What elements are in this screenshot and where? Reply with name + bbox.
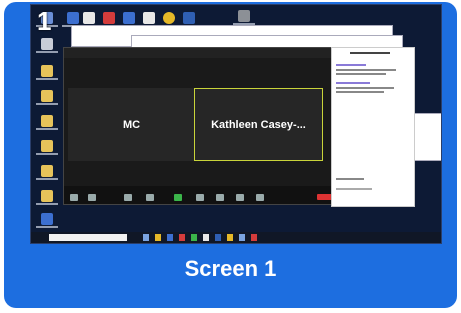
chat-icon — [196, 194, 204, 201]
desktop-icon — [36, 115, 58, 133]
participant-tile: MC — [68, 88, 195, 161]
desktop-icon — [36, 65, 58, 83]
taskbar-app-icon — [251, 234, 257, 241]
taskbar-app-icon — [167, 234, 173, 241]
meeting-toolbar — [64, 186, 339, 204]
desktop-icon — [36, 213, 58, 231]
share-screen-icon — [174, 194, 182, 201]
desktop-icon — [36, 38, 58, 56]
mute-icon — [70, 194, 78, 201]
screen-label: Screen 1 — [184, 256, 277, 281]
record-icon — [216, 194, 224, 201]
zoom-title-bar — [64, 48, 339, 58]
screen-thumbnail: MC Kathleen Casey-... — [30, 4, 442, 244]
background-window — [411, 113, 441, 161]
participants-icon — [146, 194, 154, 201]
security-icon — [124, 194, 132, 201]
taskbar-app-icon — [191, 234, 197, 241]
zoom-meeting-window: MC Kathleen Casey-... — [63, 47, 340, 205]
windows-taskbar — [31, 232, 441, 243]
participant-name: Kathleen Casey-... — [211, 118, 306, 131]
chat-panel — [331, 47, 415, 207]
more-icon — [256, 194, 264, 201]
desktop-icon — [36, 90, 58, 108]
desktop-icon — [36, 140, 58, 158]
participant-tile-active: Kathleen Casey-... — [194, 88, 323, 161]
desktop-icon — [36, 165, 58, 183]
taskbar-app-icon — [203, 234, 209, 241]
reactions-icon — [236, 194, 244, 201]
taskbar-search-box — [49, 234, 127, 241]
taskbar-app-icon — [179, 234, 185, 241]
participant-name: MC — [122, 118, 141, 131]
screen-share-option-card[interactable]: MC Kathleen Casey-... 1 Screen 1 — [4, 2, 457, 308]
screen-number: 1 — [37, 6, 52, 36]
taskbar-app-icon — [227, 234, 233, 241]
video-icon — [88, 194, 96, 201]
taskbar-app-icon — [143, 234, 149, 241]
taskbar-app-icon — [215, 234, 221, 241]
taskbar-app-icon — [239, 234, 245, 241]
desktop-icon — [36, 190, 58, 208]
taskbar-app-icon — [155, 234, 161, 241]
